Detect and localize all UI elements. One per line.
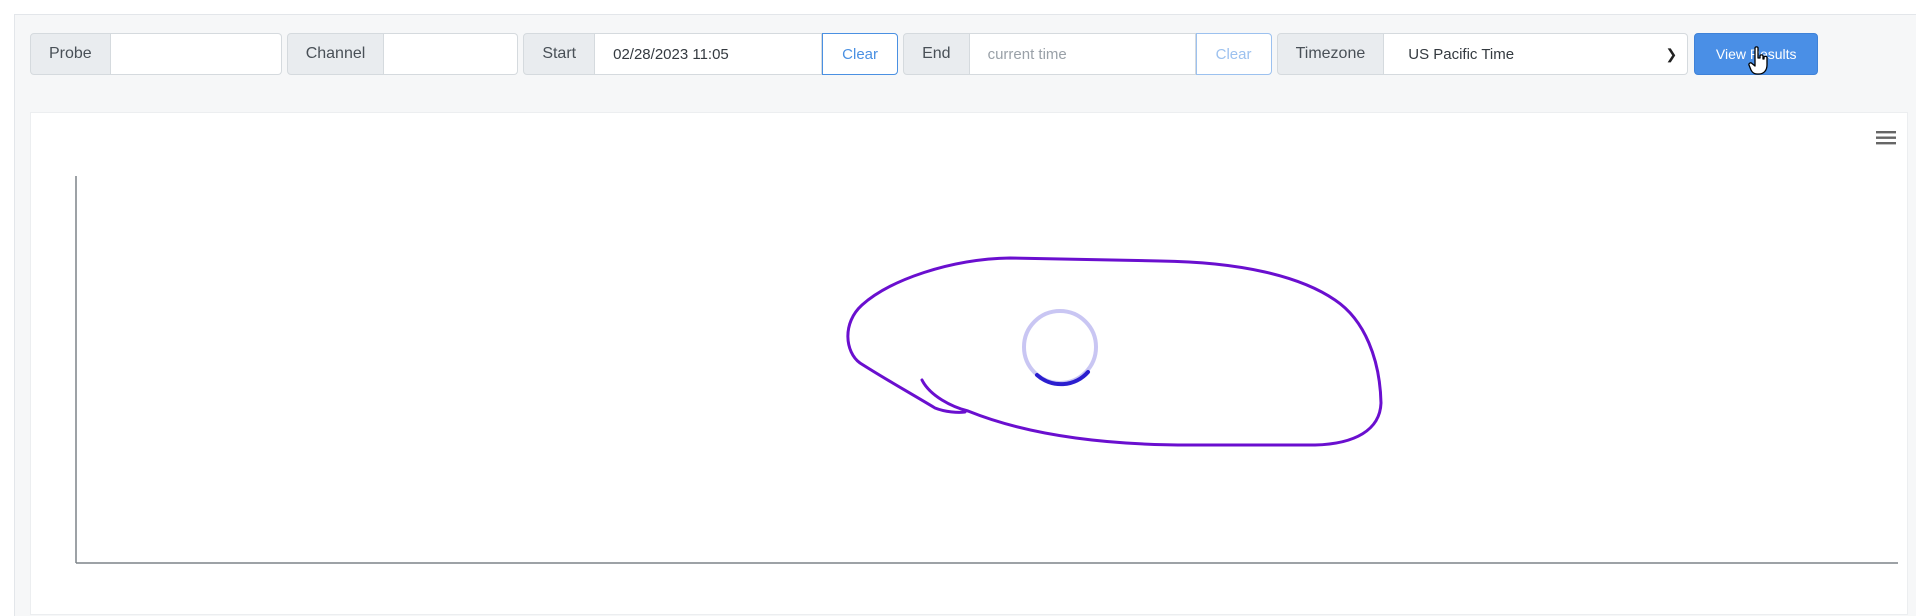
- probe-group: Probe: [30, 33, 282, 75]
- end-clear-button[interactable]: Clear: [1195, 33, 1272, 75]
- hamburger-menu-icon[interactable]: [1875, 129, 1897, 147]
- probe-input[interactable]: [110, 33, 282, 75]
- channel-input[interactable]: [384, 33, 519, 75]
- hand-pointer-cursor-icon: [1748, 46, 1768, 75]
- chevron-down-icon: ❯: [1665, 45, 1678, 62]
- timezone-select[interactable]: US Pacific Time ❯: [1384, 33, 1689, 75]
- start-clear-button[interactable]: Clear: [822, 33, 899, 75]
- end-date-input[interactable]: current time: [969, 33, 1196, 75]
- start-label: Start: [523, 33, 596, 75]
- channel-label: Channel: [286, 33, 385, 75]
- timezone-group: Timezone US Pacific Time ❯: [1276, 33, 1689, 75]
- start-group: Start 02/28/2023 11:05 Clear: [523, 33, 899, 75]
- channel-group: Channel: [286, 33, 519, 75]
- end-group: End current time Clear: [903, 33, 1272, 75]
- end-label: End: [903, 33, 970, 75]
- chart-panel: [30, 112, 1908, 615]
- start-date-input[interactable]: 02/28/2023 11:05: [595, 33, 823, 75]
- probe-label: Probe: [30, 33, 111, 75]
- timezone-label: Timezone: [1276, 33, 1385, 75]
- timezone-selected-value: US Pacific Time: [1408, 45, 1515, 63]
- query-toolbar: Probe Channel Start 02/28/2023 11:05 Cle…: [30, 33, 1819, 75]
